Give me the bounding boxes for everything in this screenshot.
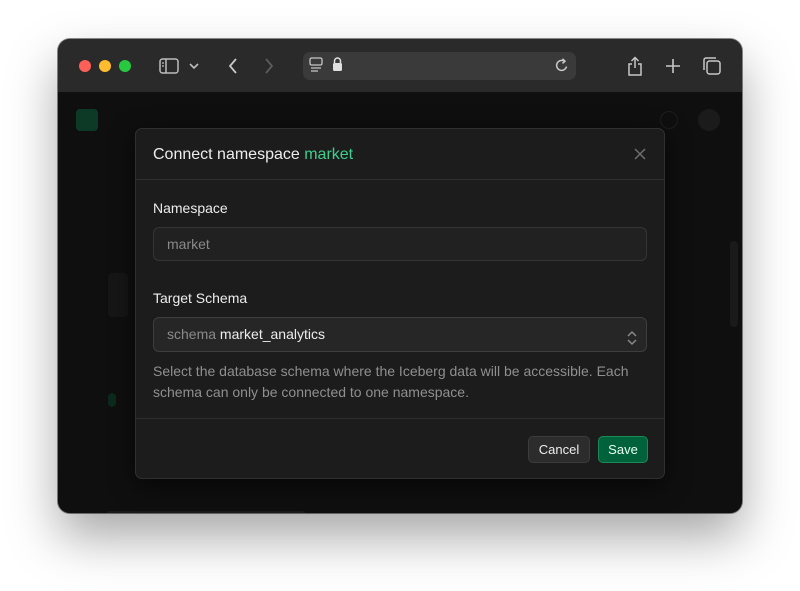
zoom-window-button[interactable] <box>119 60 131 72</box>
close-window-button[interactable] <box>79 60 91 72</box>
avatar <box>698 109 720 131</box>
address-bar[interactable] <box>303 52 576 80</box>
new-tab-icon[interactable] <box>660 53 686 79</box>
chevron-down-icon[interactable] <box>186 53 202 79</box>
lock-icon <box>332 57 343 77</box>
chevron-up-down-icon <box>626 326 638 359</box>
tabs-icon[interactable] <box>699 53 725 79</box>
schema-value: market_analytics <box>219 326 325 342</box>
target-schema-select[interactable]: schema market_analytics <box>153 317 647 352</box>
connect-namespace-dialog: Connect namespace market Namespace marke… <box>135 128 665 479</box>
forward-icon[interactable] <box>256 53 282 79</box>
namespace-label: Namespace <box>153 200 228 216</box>
close-icon[interactable] <box>631 145 649 163</box>
dialog-title: Connect namespace market <box>153 146 353 164</box>
minimize-window-button[interactable] <box>99 60 111 72</box>
background-heading <box>106 511 306 513</box>
background-panel <box>108 273 128 317</box>
sidebar-icon[interactable] <box>156 53 182 79</box>
screenshot-stage: Connect namespace market Namespace marke… <box>0 0 800 591</box>
help-icon <box>660 111 678 129</box>
target-schema-label: Target Schema <box>153 290 248 306</box>
cancel-button[interactable]: Cancel <box>528 436 590 463</box>
background-scrollbar <box>730 241 738 327</box>
app-logo <box>76 109 98 131</box>
back-icon[interactable] <box>220 53 246 79</box>
schema-prefix: schema <box>167 326 217 342</box>
dialog-footer: Cancel Save <box>136 418 664 479</box>
dialog-header: Connect namespace market <box>136 129 664 180</box>
reload-icon[interactable] <box>555 58 569 78</box>
schema-help-text: Select the database schema where the Ice… <box>153 363 629 400</box>
dialog-title-namespace: market <box>304 146 354 163</box>
namespace-field[interactable]: market <box>153 227 647 261</box>
dialog-title-text: Connect namespace <box>153 146 300 163</box>
share-icon[interactable] <box>622 53 648 79</box>
page-icon <box>309 56 323 79</box>
background-accent <box>108 393 116 407</box>
browser-toolbar <box>58 39 742 93</box>
save-button[interactable]: Save <box>598 436 648 463</box>
